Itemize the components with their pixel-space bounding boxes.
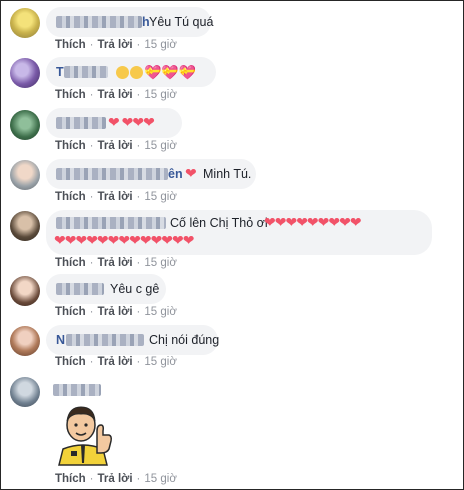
comment-actions: Thích · Trả lời · 15 giờ [55,306,177,318]
comment-bubble: ❤ ❤❤❤ [46,108,182,138]
timestamp[interactable]: 15 giờ [144,257,176,269]
author-name-prefix[interactable]: T [56,64,64,80]
comment-bubble: ên ❤ Minh Tú. [46,159,256,189]
like-link[interactable]: Thích [55,473,86,485]
like-link[interactable]: Thích [55,140,86,152]
reply-link[interactable]: Trả lời [98,473,133,485]
like-link[interactable]: Thích [55,257,86,269]
gift-heart-emoji-icon: 💝💝💝 [144,64,197,80]
timestamp[interactable]: 15 giờ [144,191,176,203]
comment-actions: Thích · Trả lời · 15 giờ [55,257,177,269]
avatar[interactable] [10,326,40,356]
smile-emoji-icon [116,66,129,79]
author-name[interactable] [56,217,166,229]
comment-actions: Thích · Trả lời · 15 giờ [55,473,177,485]
comment-actions: Thích · Trả lời · 15 giờ [55,89,177,101]
comment-bubble: h Yêu Tú quá [46,7,214,37]
comment-bubble: N Chị nói đúng [46,325,220,355]
smile-emoji-icon [130,66,143,79]
referee-thumbs-up-icon [58,406,112,466]
like-link[interactable]: Thích [55,89,86,101]
author-name[interactable] [53,384,101,396]
emoji-group: 💝💝💝 [116,64,196,81]
comment-actions: Thích · Trả lời · 15 giờ [55,140,177,152]
timestamp[interactable]: 15 giờ [144,39,176,51]
avatar[interactable] [10,377,40,407]
heart-emoji-icon: ❤ ❤❤❤ [108,114,155,130]
heart-emoji-icon: ❤❤❤❤❤❤❤❤❤ [264,214,362,230]
timestamp[interactable]: 15 giờ [144,140,176,152]
comment-bubble: T 💝💝💝 [46,57,216,87]
timestamp[interactable]: 15 giờ [144,473,176,485]
like-link[interactable]: Thích [55,39,86,51]
comment-actions: Thích · Trả lời · 15 giờ [55,191,177,203]
avatar[interactable] [10,211,40,241]
sticker-thumbs-up[interactable] [51,401,115,466]
like-link[interactable]: Thích [55,306,86,318]
like-link[interactable]: Thích [55,356,86,368]
author-name[interactable] [64,66,108,78]
reply-link[interactable]: Trả lời [98,306,133,318]
reply-link[interactable]: Trả lời [98,191,133,203]
heart-emoji-icon: ❤ [185,165,197,181]
timestamp[interactable]: 15 giờ [144,89,176,101]
like-link[interactable]: Thích [55,191,86,203]
avatar[interactable] [10,8,40,38]
timestamp[interactable]: 15 giờ [144,306,176,318]
author-name[interactable] [56,283,104,295]
comment-text: Yêu c gê [110,282,160,296]
avatar[interactable] [10,276,40,306]
author-name[interactable] [66,334,144,346]
heart-emoji-icon: ❤❤❤❤❤❤❤❤❤❤❤❤❤ [54,232,194,248]
author-name[interactable] [56,168,168,180]
avatar[interactable] [10,110,40,140]
comment-text: Chị nói đúng [149,333,220,347]
author-name-suffix[interactable]: ên [168,166,183,182]
comment-thread: h Yêu Tú quá Thích · Trả lời · 15 giờ T 💝💝💝 … [0,0,464,490]
comment-text: Minh Tú. [203,167,252,181]
author-name[interactable] [56,16,142,28]
author-name-prefix[interactable]: N [56,332,65,348]
author-name[interactable] [56,117,106,129]
reply-link[interactable]: Trả lời [98,89,133,101]
reply-link[interactable]: Trả lời [98,39,133,51]
comment-actions: Thích · Trả lời · 15 giờ [55,356,177,368]
comment-actions: Thích · Trả lời · 15 giờ [55,39,177,51]
comment-text: Yêu Tú quá [149,15,214,29]
comment-bubble: Cố lên Chị Thỏ ơi ❤❤❤❤❤❤❤❤❤ ❤❤❤❤❤❤❤❤❤❤❤❤… [46,210,432,255]
comment-text: Cố lên Chị Thỏ ơi [170,216,268,230]
comment-bubble: Yêu c gê [46,274,166,304]
reply-link[interactable]: Trả lời [98,140,133,152]
avatar[interactable] [10,160,40,190]
reply-link[interactable]: Trả lời [98,257,133,269]
timestamp[interactable]: 15 giờ [144,356,176,368]
reply-link[interactable]: Trả lời [98,356,133,368]
avatar[interactable] [10,58,40,88]
